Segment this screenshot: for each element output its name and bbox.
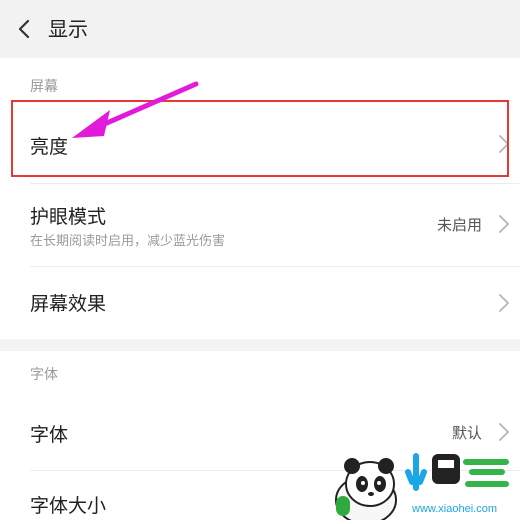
page-title: 显示: [48, 17, 88, 41]
highlight-box: [11, 100, 509, 177]
panda-mascot-icon: www.xiaohei.com: [335, 453, 509, 524]
eye-protection-subtitle: 在长期阅读时启用，减少蓝光伤害: [30, 234, 226, 249]
font-label: 字体: [30, 424, 69, 446]
eye-protection-status: 未启用: [436, 216, 482, 234]
eye-protection-label: 护眼模式: [30, 206, 107, 228]
section-gap: [0, 339, 520, 351]
screen-effect-row[interactable]: 屏幕效果: [0, 267, 520, 339]
section-label-font: 字体: [30, 367, 58, 383]
app-header: 显示: [0, 0, 520, 58]
section-label-screen: 屏幕: [30, 79, 58, 95]
watermark-logo: www.xiaohei.com: [326, 440, 520, 524]
screen-effect-label: 屏幕效果: [30, 293, 107, 315]
font-size-label: 字体大小: [30, 495, 107, 517]
chevron-right-icon: [499, 215, 509, 233]
chevron-left-icon[interactable]: [14, 18, 36, 40]
chevron-right-icon: [499, 294, 509, 312]
chevron-right-icon: [499, 423, 509, 441]
eye-protection-row[interactable]: 护眼模式 在长期阅读时启用，减少蓝光伤害 未启用: [0, 184, 520, 266]
watermark-url: www.xiaohei.com: [411, 503, 497, 515]
